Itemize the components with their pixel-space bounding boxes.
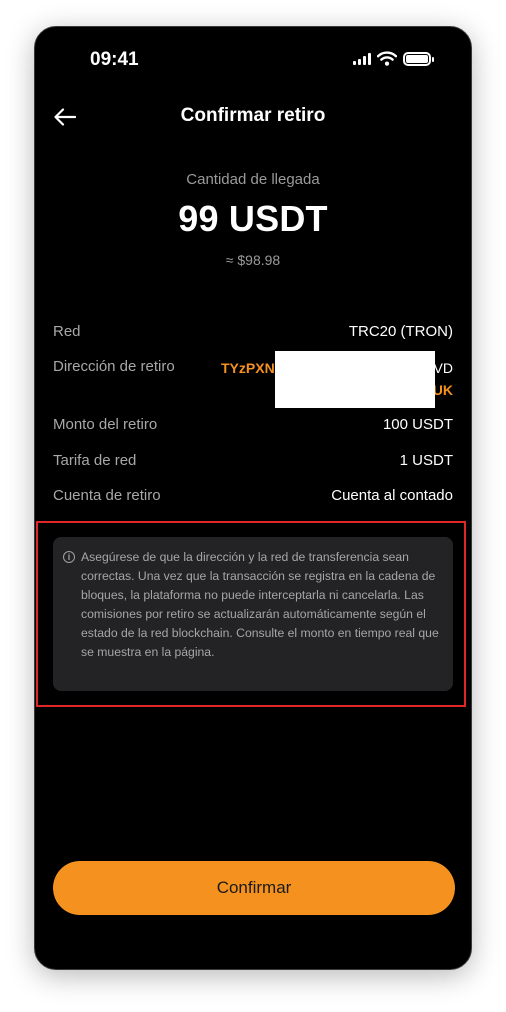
phone-screen: 09:41 Confirmar retiro Cantidad de llega… bbox=[34, 26, 472, 970]
account-label: Cuenta de retiro bbox=[53, 487, 161, 504]
address-row: Dirección de retiro TYzPXN VD UK bbox=[53, 351, 453, 416]
status-bar: 09:41 bbox=[35, 27, 471, 91]
amount-value: 100 USDT bbox=[382, 416, 453, 433]
account-row: Cuenta de retiro Cuenta al contado bbox=[53, 487, 453, 522]
warning-notice: i Asegúrese de que la dirección y la red… bbox=[53, 537, 453, 691]
notice-text: Asegúrese de que la dirección y la red d… bbox=[81, 550, 439, 659]
withdrawal-address: TYzPXN VD UK bbox=[221, 351, 453, 408]
arrival-amount: 99 USDT bbox=[178, 198, 328, 239]
account-value: Cuenta al contado bbox=[331, 487, 453, 504]
amount-label: Monto del retiro bbox=[53, 416, 158, 433]
amount-row: Monto del retiro 100 USDT bbox=[53, 416, 453, 452]
address-line1-end: VD bbox=[433, 360, 453, 376]
redaction-box bbox=[275, 351, 435, 408]
battery-icon bbox=[403, 51, 434, 66]
network-value: TRC20 (TRON) bbox=[348, 323, 453, 340]
network-label: Red bbox=[53, 323, 81, 340]
page-title: Confirmar retiro bbox=[180, 105, 326, 126]
arrival-summary: Cantidad de llegada 99 USDT ≈ $98.98 bbox=[35, 171, 471, 268]
confirm-button[interactable]: Confirmar bbox=[53, 861, 455, 915]
status-icons bbox=[353, 51, 434, 66]
address-start: TYzPXN bbox=[221, 360, 275, 376]
withdrawal-details: Red TRC20 (TRON) Dirección de retiro TYz… bbox=[53, 323, 453, 522]
fee-row: Tarifa de red 1 USDT bbox=[53, 452, 453, 487]
wifi-icon bbox=[377, 51, 397, 66]
info-icon: i bbox=[63, 551, 75, 563]
signal-icon bbox=[353, 52, 371, 65]
address-label: Dirección de retiro bbox=[53, 358, 175, 375]
fee-value: 1 USDT bbox=[399, 452, 453, 469]
fee-label: Tarifa de red bbox=[53, 452, 137, 469]
arrival-label: Cantidad de llegada bbox=[186, 171, 320, 188]
navigation-bar: Confirmar retiro bbox=[35, 97, 471, 137]
status-time: 09:41 bbox=[90, 49, 139, 70]
arrival-fiat-value: ≈ $98.98 bbox=[225, 252, 281, 268]
address-line2-end: UK bbox=[432, 382, 453, 398]
